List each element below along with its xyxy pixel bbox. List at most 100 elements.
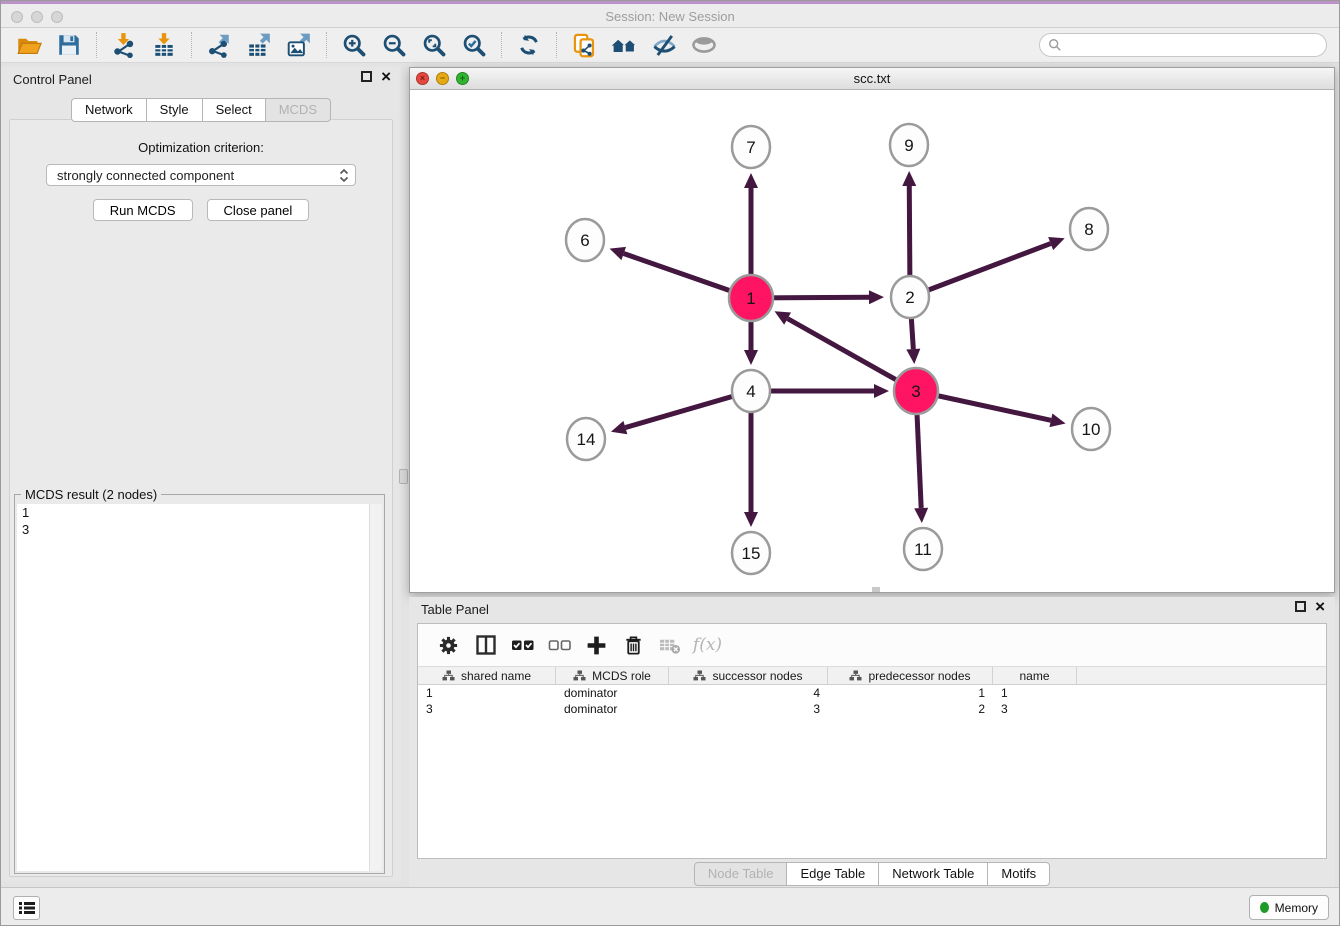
table-panel-title: Table Panel: [421, 602, 489, 617]
graph-node-9[interactable]: 9: [890, 124, 928, 166]
export-table-icon: [246, 32, 272, 58]
memory-status-icon: [1260, 902, 1269, 913]
import-table-icon: [151, 32, 177, 58]
search-input[interactable]: [1062, 38, 1326, 52]
tab-edge-table[interactable]: Edge Table: [786, 862, 879, 886]
apply-layout-button[interactable]: [509, 30, 549, 61]
network-canvas[interactable]: 7 9 6 8 1 2 4 3 14 10 15 11: [410, 90, 1334, 592]
refresh-icon: [516, 32, 542, 58]
import-network-button[interactable]: [104, 30, 144, 61]
column-header-name[interactable]: name: [993, 667, 1077, 684]
graph-node-10[interactable]: 10: [1072, 408, 1110, 450]
table-panel: Table Panel ×: [409, 597, 1335, 889]
export-image-button[interactable]: [279, 30, 319, 61]
network-graph[interactable]: 7 9 6 8 1 2 4 3 14 10 15 11: [410, 90, 1334, 592]
column-tree-icon: [573, 670, 586, 681]
save-session-button[interactable]: [49, 30, 89, 61]
column-header-label: predecessor nodes: [868, 669, 970, 683]
run-mcds-button[interactable]: Run MCDS: [93, 199, 193, 221]
table-header-row: shared nameMCDS rolesuccessor nodes prede…: [418, 666, 1326, 685]
delete-table-button[interactable]: [652, 629, 689, 661]
graph-node-8[interactable]: 8: [1070, 208, 1108, 250]
unchecked-boxes-icon: [548, 634, 572, 656]
table-panel-tabs: Node TableEdge TableNetwork TableMotifs: [409, 862, 1335, 886]
table-row[interactable]: 3dominator323: [418, 701, 1326, 717]
tab-select[interactable]: Select: [202, 98, 266, 122]
graph-node-6[interactable]: 6: [566, 219, 604, 261]
zoom-out-button[interactable]: [374, 30, 414, 61]
search-icon: [1048, 38, 1062, 52]
graph-node-1[interactable]: 1: [729, 275, 773, 321]
zoom-selected-button[interactable]: [454, 30, 494, 61]
zoom-in-button[interactable]: [334, 30, 374, 61]
tab-motifs[interactable]: Motifs: [987, 862, 1050, 886]
graph-node-15[interactable]: 15: [732, 532, 770, 574]
tab-style[interactable]: Style: [146, 98, 203, 122]
optimization-criterion-label: Optimization criterion:: [10, 140, 392, 155]
result-scrollbar[interactable]: [369, 504, 382, 871]
graph-node-3[interactable]: 3: [894, 368, 938, 414]
show-columns-button[interactable]: [467, 629, 504, 661]
graph-node-4[interactable]: 4: [732, 370, 770, 412]
column-header-MCDS-role[interactable]: MCDS role: [556, 667, 669, 684]
float-panel-icon[interactable]: [361, 71, 372, 82]
export-image-icon: [286, 32, 312, 58]
node-label: 15: [742, 544, 761, 563]
deselect-all-button[interactable]: [541, 629, 578, 661]
close-panel-icon[interactable]: ×: [381, 71, 391, 82]
column-header-shared-name[interactable]: shared name: [418, 667, 556, 684]
node-label: 1: [746, 289, 755, 308]
network-window-titlebar: × − + scc.txt: [410, 68, 1334, 90]
open-folder-icon: [16, 32, 43, 59]
edge-arrowhead: [744, 173, 758, 188]
close-table-panel-icon[interactable]: ×: [1315, 601, 1325, 612]
close-panel-button[interactable]: Close panel: [207, 199, 310, 221]
graph-node-11[interactable]: 11: [904, 528, 942, 570]
function-builder-button[interactable]: f(x): [689, 629, 726, 661]
zoom-selected-icon: [461, 32, 488, 59]
table-row[interactable]: 1dominator411: [418, 685, 1326, 701]
edge-arrowhead: [874, 384, 889, 398]
export-network-button[interactable]: [199, 30, 239, 61]
resize-grip[interactable]: [872, 587, 880, 592]
tab-node-table[interactable]: Node Table: [694, 862, 788, 886]
tab-mcds[interactable]: MCDS: [265, 98, 331, 122]
search-field[interactable]: [1039, 33, 1327, 57]
show-all-button[interactable]: [684, 30, 724, 61]
open-session-button[interactable]: [9, 30, 49, 61]
graph-node-14[interactable]: 14: [567, 418, 605, 460]
node-label: 2: [905, 288, 914, 307]
toolbar-separator: [191, 32, 192, 58]
mcds-result-text[interactable]: 13: [17, 504, 382, 871]
add-column-button[interactable]: [578, 629, 615, 661]
zoom-fit-button[interactable]: [414, 30, 454, 61]
import-table-button[interactable]: [144, 30, 184, 61]
first-neighbors-button[interactable]: [604, 30, 644, 61]
memory-label: Memory: [1275, 901, 1318, 915]
table-settings-button[interactable]: [430, 629, 467, 661]
node-label: 8: [1084, 220, 1093, 239]
column-header-successor-nodes[interactable]: successor nodes: [669, 667, 828, 684]
graph-edge-2-8[interactable]: [910, 244, 1051, 297]
memory-button[interactable]: Memory: [1249, 895, 1329, 920]
graph-node-7[interactable]: 7: [732, 126, 770, 168]
save-floppy-icon: [56, 32, 82, 58]
criterion-select[interactable]: strongly connected component: [46, 164, 356, 186]
task-history-button[interactable]: [13, 896, 40, 920]
status-bar: Memory: [1, 887, 1339, 925]
split-divider-grip[interactable]: [399, 469, 408, 484]
tab-network-table[interactable]: Network Table: [878, 862, 988, 886]
graph-node-2[interactable]: 2: [891, 276, 929, 318]
hide-selected-button[interactable]: [644, 30, 684, 61]
window-titlebar: Session: New Session: [1, 1, 1339, 28]
table-cell: 3: [418, 701, 556, 717]
new-network-from-selection-button[interactable]: [564, 30, 604, 61]
columns-icon: [475, 634, 497, 656]
tab-network[interactable]: Network: [71, 98, 147, 122]
delete-column-button[interactable]: [615, 629, 652, 661]
column-header-predecessor-nodes[interactable]: predecessor nodes: [828, 667, 993, 684]
select-all-button[interactable]: [504, 629, 541, 661]
edge-arrowhead: [906, 349, 920, 364]
float-table-panel-icon[interactable]: [1295, 601, 1306, 612]
export-table-button[interactable]: [239, 30, 279, 61]
